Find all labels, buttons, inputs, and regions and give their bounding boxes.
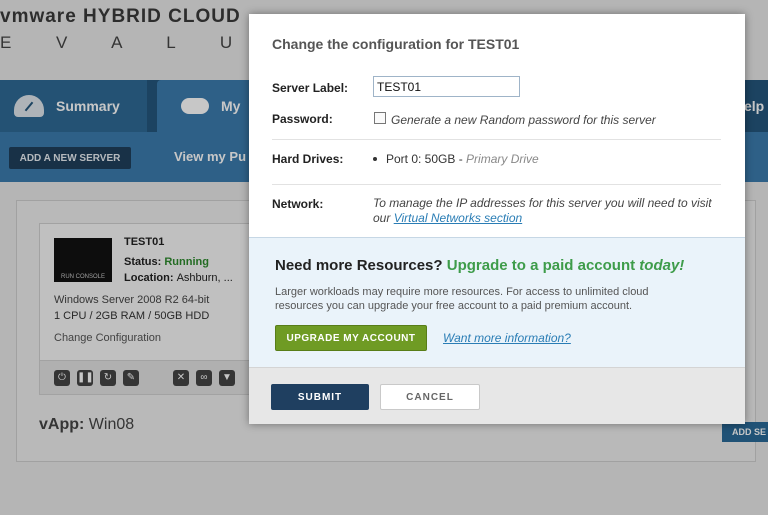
generate-password-text: Generate a new Random password for this … [391,113,656,127]
dialog-title: Change the configuration for TEST01 [272,36,520,52]
promo-question: Need more Resources? [275,257,443,274]
hard-drive-primary: Primary Drive [466,152,539,166]
generate-password-checkbox[interactable] [374,112,386,124]
hard-drive-port: Port 0: 50GB - [386,152,463,166]
virtual-networks-link[interactable]: Virtual Networks section [394,211,523,225]
hard-drives-label: Hard Drives: [272,152,344,166]
network-row: Network: To manage the IP addresses for … [272,196,721,236]
cancel-button[interactable]: CANCEL [380,384,480,410]
promo-description: Larger workloads may require more resour… [275,286,649,312]
password-row: Password: Generate a new Random password… [272,110,721,140]
upgrade-promo: Need more Resources? Upgrade to a paid a… [249,237,745,367]
upgrade-account-button[interactable]: UPGRADE MY ACCOUNT [275,325,427,351]
hard-drives-row: Hard Drives: Port 0: 50GB - Primary Driv… [272,152,721,182]
server-label-label: Server Label: [272,81,349,95]
password-label: Password: [272,112,333,126]
divider [272,184,721,185]
divider [272,139,721,140]
promo-title: Need more Resources? Upgrade to a paid a… [275,257,684,274]
server-label-row: Server Label: [272,76,721,102]
change-configuration-dialog: Change the configuration for TEST01 Serv… [249,14,745,424]
promo-upgrade-text: Upgrade to a paid account [446,257,636,274]
hard-drive-entry: Port 0: 50GB - Primary Drive [386,152,539,166]
network-text: To manage the IP addresses for this serv… [373,196,713,226]
bullet-icon [373,157,377,161]
server-label-input[interactable] [373,76,520,97]
promo-today-text: today! [639,257,685,274]
submit-button[interactable]: SUBMIT [271,384,369,410]
network-label: Network: [272,197,324,211]
more-information-link[interactable]: Want more information? [443,331,571,345]
dialog-footer: SUBMIT CANCEL [249,367,745,424]
